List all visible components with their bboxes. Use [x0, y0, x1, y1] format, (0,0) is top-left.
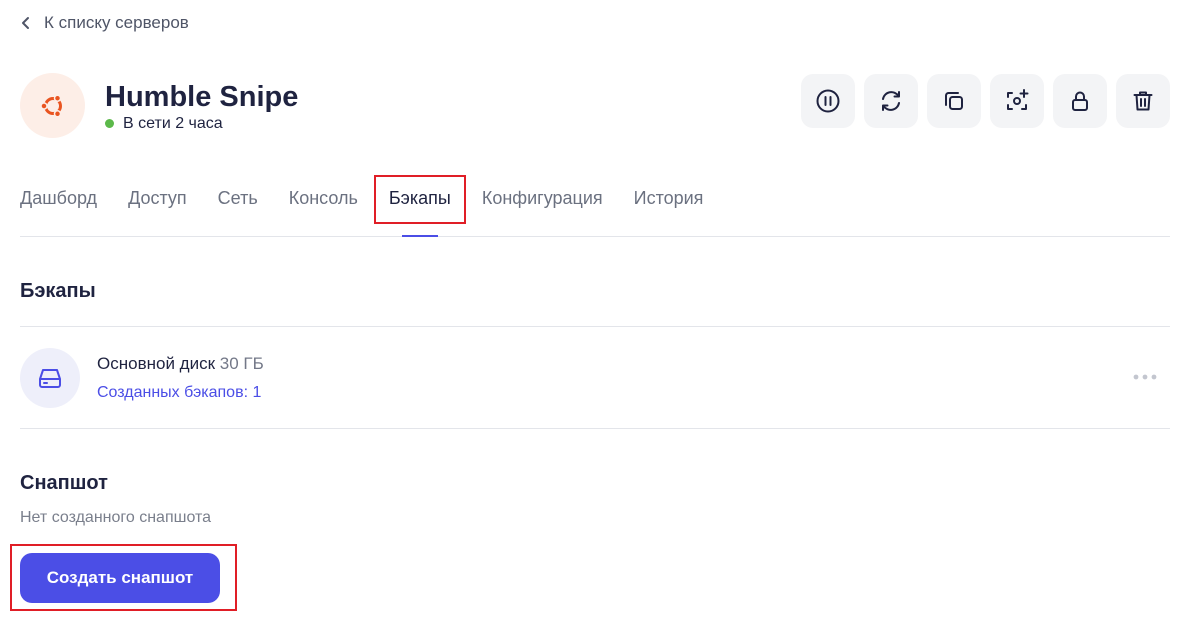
- disk-size: 30 ГБ: [219, 354, 264, 373]
- chevron-left-icon: [22, 17, 29, 29]
- snapshot-camera-icon: [1007, 89, 1029, 110]
- trash-icon: [1133, 91, 1153, 111]
- back-to-servers-link[interactable]: К списку серверов: [20, 11, 189, 35]
- tab-configuration[interactable]: Конфигурация: [482, 176, 603, 236]
- tab-network[interactable]: Сеть: [218, 176, 258, 236]
- lock-button[interactable]: [1053, 74, 1107, 128]
- pause-button[interactable]: [801, 74, 855, 128]
- divider: [20, 428, 1170, 429]
- disk-row: Основной диск 30 ГБ Созданных бэкапов: 1: [20, 348, 1170, 408]
- tab-dashboard[interactable]: Дашборд: [20, 176, 97, 236]
- snapshot-button[interactable]: [990, 74, 1044, 128]
- server-header: Humble Snipe В сети 2 часа: [20, 73, 298, 138]
- back-label: К списку серверов: [44, 13, 189, 32]
- status-dot: [105, 119, 114, 128]
- disk-icon-badge: [20, 348, 80, 408]
- status-text: В сети 2 часа: [123, 114, 223, 132]
- backups-title: Бэкапы: [20, 280, 96, 302]
- server-status: В сети 2 часа: [105, 115, 298, 133]
- hard-drive-icon: [39, 369, 61, 388]
- snapshot-empty-text: Нет созданного снапшота: [20, 509, 212, 526]
- lock-icon: [1072, 91, 1088, 111]
- clone-icon: [945, 92, 963, 110]
- reboot-button[interactable]: [864, 74, 918, 128]
- ubuntu-logo-icon: [39, 93, 62, 118]
- server-actions: [801, 74, 1170, 128]
- tab-history[interactable]: История: [634, 176, 704, 236]
- delete-button[interactable]: [1116, 74, 1170, 128]
- reboot-icon: [882, 91, 900, 111]
- divider: [20, 326, 1170, 327]
- pause-icon: [816, 89, 840, 113]
- create-snapshot-button[interactable]: Создать снапшот: [20, 553, 220, 603]
- tab-console[interactable]: Консоль: [289, 176, 358, 236]
- clone-button[interactable]: [927, 74, 981, 128]
- disk-backups-link[interactable]: Созданных бэкапов: 1: [97, 384, 264, 402]
- more-options-icon[interactable]: [1132, 370, 1158, 384]
- server-name: Humble Snipe: [105, 80, 299, 113]
- disk-name: Основной диск 30 ГБ: [97, 354, 264, 373]
- tab-access[interactable]: Доступ: [128, 176, 187, 236]
- snapshot-title: Снапшот: [20, 472, 108, 494]
- tab-backups[interactable]: Бэкапы: [373, 175, 466, 237]
- server-tabs: Дашборд Доступ Сеть Консоль Бэкапы Конфи…: [20, 175, 1170, 237]
- server-avatar: [20, 73, 85, 138]
